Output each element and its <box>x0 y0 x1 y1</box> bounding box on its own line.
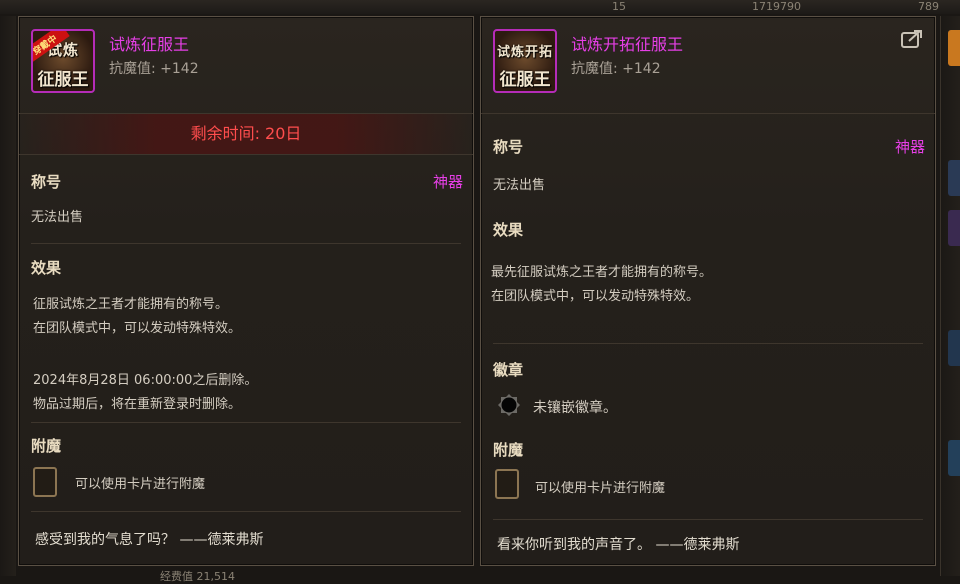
sale-note: 无法出售 <box>493 178 546 193</box>
enchant-text: 可以使用卡片进行附魔 <box>535 481 666 496</box>
divider <box>493 519 923 520</box>
divider <box>31 511 461 512</box>
effect-line: 征服试炼之王者才能拥有的称号。 <box>33 297 229 312</box>
tooltip-header: 试炼 征服王 穿戴中 试炼征服王 抗魔值: +142 <box>19 17 473 114</box>
background-bottom-text: 经费值 21,514 <box>160 570 235 583</box>
side-slot[interactable] <box>948 330 960 366</box>
title-section: 称号 神器 无法出售 <box>481 114 935 209</box>
flavor-quote: 看来你听到我的声音了。 ——德莱弗斯 <box>497 537 740 553</box>
emblem-section: 徽章 未镶嵌徽章。 <box>481 345 935 433</box>
section-title: 效果 <box>31 259 62 277</box>
background-left-edge <box>0 16 16 576</box>
expiry-line: 物品过期后，将在重新登录时删除。 <box>33 397 242 412</box>
enchant-section: 附魔 可以使用卡片进行附魔 <box>19 425 473 513</box>
divider <box>31 243 461 244</box>
item-title: 试炼征服王 <box>109 35 190 54</box>
section-title: 称号 <box>31 173 62 191</box>
tooltip-compare-title: 试炼开拓 征服王 试炼开拓征服王 抗魔值: +142 称号 神器 无法出售 效果… <box>480 16 936 566</box>
item-stat: 抗魔值: +142 <box>109 61 199 77</box>
side-slot[interactable] <box>948 440 960 476</box>
effect-section: 效果 征服试炼之王者才能拥有的称号。 在团队模式中，可以发动特殊特效。 2024… <box>19 245 473 425</box>
tooltip-equipped-title: 试炼 征服王 穿戴中 试炼征服王 抗魔值: +142 剩余时间: 20日 称号 … <box>18 16 474 566</box>
enchant-text: 可以使用卡片进行附魔 <box>75 477 206 492</box>
rarity-label: 神器 <box>894 138 925 156</box>
tooltip-header: 试炼开拓 征服王 试炼开拓征服王 抗魔值: +142 <box>481 17 935 114</box>
background-right-edge <box>940 16 960 576</box>
enchant-section: 附魔 可以使用卡片进行附魔 <box>481 433 935 521</box>
effect-line: 最先征服试炼之王者才能拥有的称号。 <box>491 265 713 280</box>
remaining-time: 剩余时间: 20日 <box>19 114 473 155</box>
card-slot[interactable] <box>33 467 57 497</box>
side-slot[interactable] <box>948 160 960 196</box>
divider <box>31 422 461 423</box>
item-title: 试炼开拓征服王 <box>571 35 684 54</box>
section-title: 称号 <box>493 138 524 156</box>
card-slot[interactable] <box>495 469 519 499</box>
rarity-label: 神器 <box>432 173 463 191</box>
section-title: 附魔 <box>31 437 62 455</box>
emblem-text: 未镶嵌徽章。 <box>533 400 617 416</box>
background-value: 15 <box>612 0 626 13</box>
emblem-slot-icon[interactable] <box>497 393 521 417</box>
expiry-line: 2024年8月28日 06:00:00之后删除。 <box>33 373 258 388</box>
flavor-quote: 感受到我的气息了吗？ ——德莱弗斯 <box>35 532 264 548</box>
title-section: 称号 神器 无法出售 <box>19 155 473 245</box>
side-tab-button[interactable] <box>948 30 960 66</box>
item-stat: 抗魔值: +142 <box>571 61 661 77</box>
effect-section: 效果 最先征服试炼之王者才能拥有的称号。 在团队模式中，可以发动特殊特效。 <box>481 209 935 345</box>
section-title: 效果 <box>493 221 524 239</box>
sale-note: 无法出售 <box>31 210 84 225</box>
item-icon[interactable]: 试炼 征服王 穿戴中 <box>31 29 95 93</box>
background-value: 789 <box>918 0 939 13</box>
background-top-bar <box>0 0 960 14</box>
item-icon[interactable]: 试炼开拓 征服王 <box>493 29 557 93</box>
icon-text: 征服王 <box>37 70 89 90</box>
icon-text: 试炼开拓 <box>496 45 553 60</box>
section-title: 附魔 <box>493 441 524 459</box>
effect-line: 在团队模式中，可以发动特殊特效。 <box>491 289 700 304</box>
icon-text: 征服王 <box>499 70 551 90</box>
section-title: 徽章 <box>493 361 524 379</box>
side-slot[interactable] <box>948 210 960 246</box>
divider <box>493 343 923 344</box>
share-icon[interactable] <box>901 29 923 49</box>
effect-line: 在团队模式中，可以发动特殊特效。 <box>33 321 242 336</box>
background-value: 1719790 <box>752 0 801 13</box>
